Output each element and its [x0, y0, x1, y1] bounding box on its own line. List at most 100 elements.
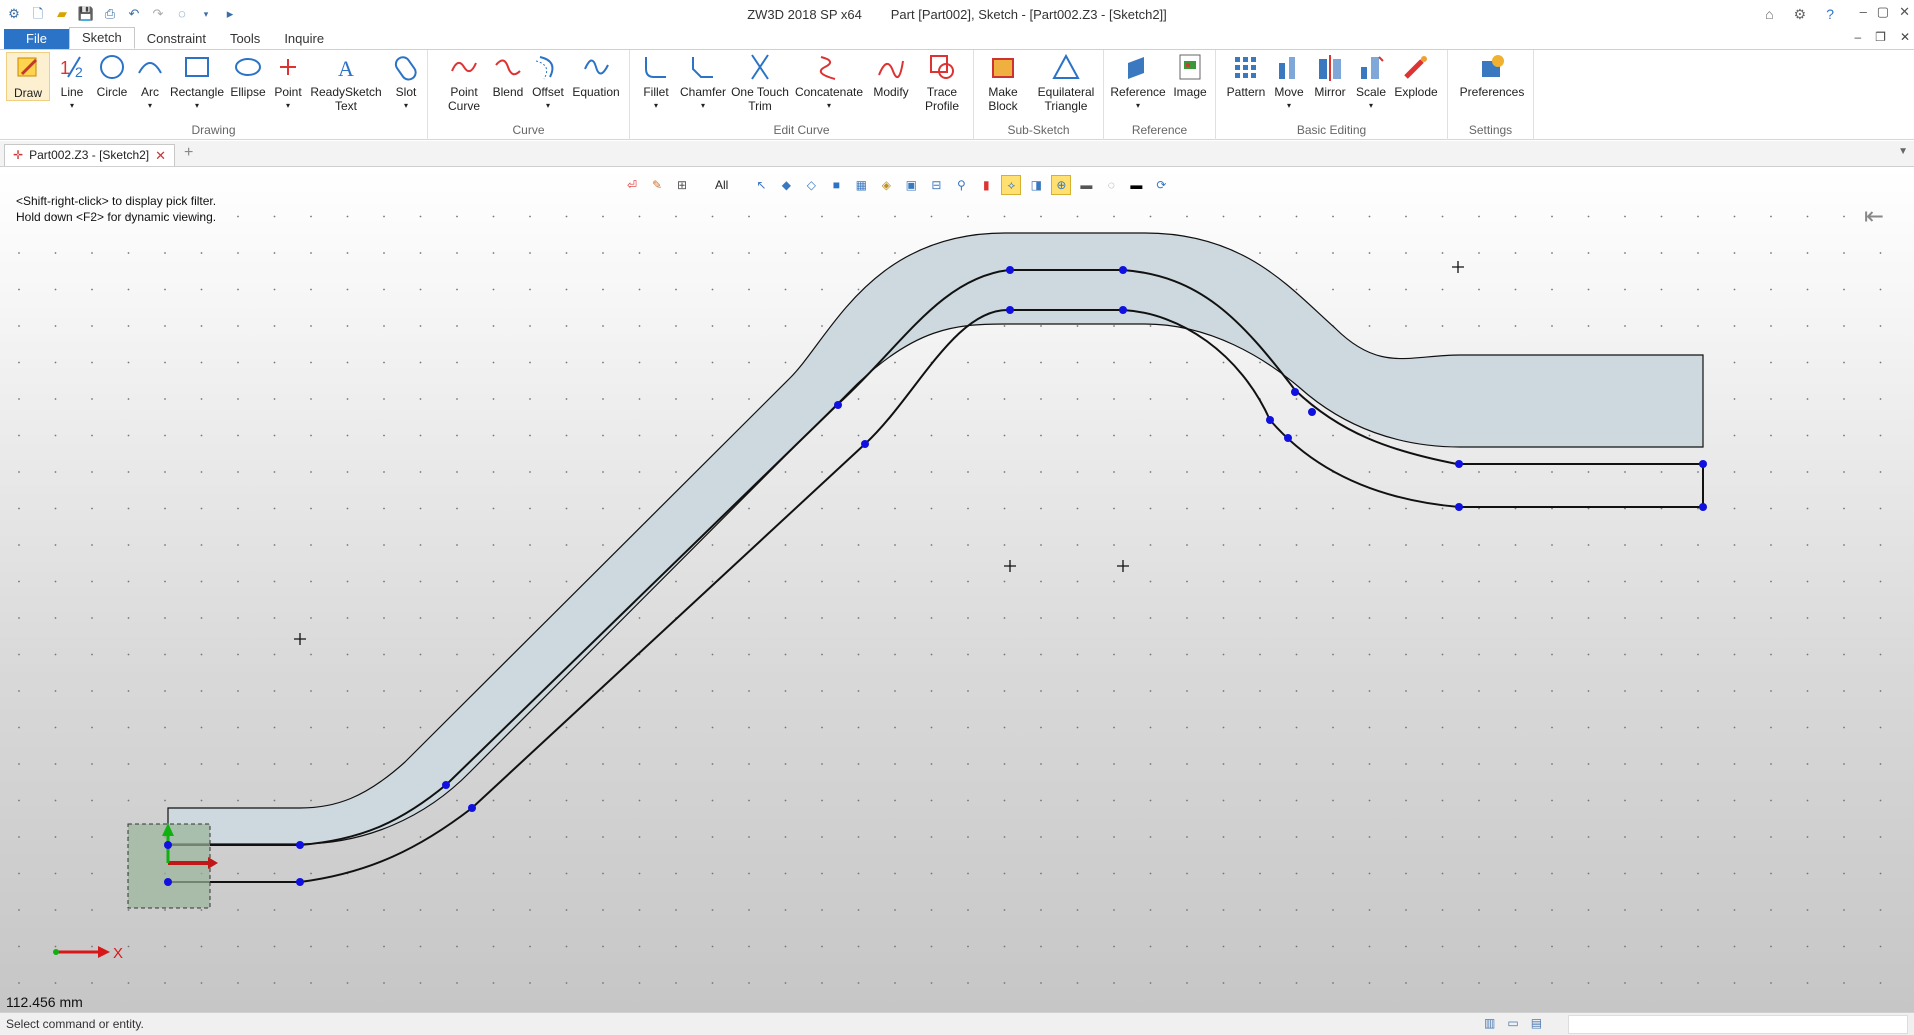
undo-icon[interactable]: ↶ [124, 4, 144, 24]
reference-button[interactable]: Reference ▾ [1108, 52, 1168, 113]
scale-button[interactable]: Scale ▾ [1352, 52, 1390, 113]
minimize-icon[interactable]: – [1860, 4, 1867, 20]
point-marker[interactable] [442, 781, 450, 789]
rotate-icon[interactable]: ⟳ [1151, 175, 1171, 195]
point-button[interactable]: Point ▾ [270, 52, 306, 113]
point-marker[interactable] [1266, 416, 1274, 424]
tab-inquire[interactable]: Inquire [272, 29, 336, 49]
settings-gear-icon[interactable]: ⚙ [1794, 6, 1807, 23]
select-icon[interactable]: ◌ [172, 4, 192, 24]
open-file-icon[interactable]: ▰ [52, 4, 72, 24]
render-icon[interactable]: ◈ [876, 175, 896, 195]
blend-button[interactable]: Blend [488, 52, 528, 99]
slot-button[interactable]: Slot ▾ [386, 52, 426, 113]
point-marker[interactable] [1291, 388, 1299, 396]
draw-button[interactable]: Draw [6, 52, 50, 101]
arc-button[interactable]: Arc ▾ [132, 52, 168, 113]
point-marker[interactable] [1006, 266, 1014, 274]
grid-icon[interactable]: ▦ [851, 175, 871, 195]
make-block-button[interactable]: Make Block [978, 52, 1028, 113]
sketch-viewport[interactable]: X ⏎ ✎ ⊞ All ↖ ◆ ◇ ■ ▦ ◈ ▣ ⊟ ⚲ ▮ ⟡ ◨ ⊕ ▬ … [0, 168, 1914, 1012]
equilateral-triangle-button[interactable]: Equilateral Triangle [1030, 52, 1102, 113]
maximize-icon[interactable]: ▢ [1877, 4, 1889, 20]
point-marker[interactable] [1119, 266, 1127, 274]
view-cube-icon[interactable]: ◆ [776, 175, 796, 195]
help-icon[interactable]: ? [1826, 6, 1834, 23]
rectangle-button[interactable]: Rectangle ▾ [168, 52, 226, 113]
new-file-icon[interactable]: 🗋 [28, 4, 48, 24]
tab-sketch[interactable]: Sketch [68, 27, 135, 49]
run-icon[interactable]: ▸ [220, 4, 240, 24]
point-marker[interactable] [296, 841, 304, 849]
monitor-icon[interactable]: ▭ [1507, 1016, 1518, 1030]
print-icon[interactable]: ⎙ [100, 4, 120, 24]
line-style-icon[interactable]: ▬ [1126, 175, 1146, 195]
doc-restore-icon[interactable]: ❐ [1875, 30, 1886, 44]
tab-constraint[interactable]: Constraint [135, 29, 218, 49]
document-tab[interactable]: ✛ Part002.Z3 - [Sketch2] ✕ [4, 144, 176, 166]
eraser-icon[interactable]: ✎ [647, 175, 667, 195]
concatenate-button[interactable]: Concatenate ▾ [792, 52, 866, 113]
add-tab-icon[interactable]: + [184, 144, 193, 162]
target-icon[interactable]: ⊕ [1051, 175, 1072, 195]
section-icon[interactable]: ⊟ [926, 175, 946, 195]
light-icon[interactable]: ⚲ [951, 175, 971, 195]
sketch-canvas[interactable]: X [0, 168, 1914, 1012]
color-icon[interactable]: ▮ [976, 175, 996, 195]
explode-button[interactable]: Explode [1392, 52, 1440, 99]
tab-file[interactable]: File [4, 29, 69, 49]
snap-icon[interactable]: ⟡ [1001, 175, 1022, 195]
command-input[interactable] [1568, 1015, 1908, 1034]
layout-icon[interactable]: ▥ [1484, 1016, 1495, 1030]
point-marker[interactable] [296, 878, 304, 886]
point-marker[interactable] [1284, 434, 1292, 442]
offset-button[interactable]: Offset ▾ [528, 52, 568, 113]
readysketch-text-button[interactable]: A ReadySketch Text [308, 52, 384, 113]
exit-sketch-icon[interactable]: ⏎ [622, 175, 642, 195]
point-marker[interactable] [1455, 503, 1463, 511]
circle-button[interactable]: Circle [92, 52, 132, 99]
point-marker[interactable] [468, 804, 476, 812]
wireframe-icon[interactable]: ◇ [801, 175, 821, 195]
pick-icon[interactable]: ↖ [751, 175, 771, 195]
save-icon[interactable]: 💾 [76, 4, 96, 24]
point-marker[interactable] [1699, 460, 1707, 468]
panel-icon[interactable]: ▤ [1531, 1016, 1542, 1030]
one-touch-trim-button[interactable]: One Touch Trim [728, 52, 792, 113]
point-curve-button[interactable]: Point Curve [442, 52, 486, 113]
filter-icon[interactable]: ⊞ [672, 175, 692, 195]
display-icon[interactable]: ▬ [1076, 175, 1096, 195]
point-marker[interactable] [164, 841, 172, 849]
point-marker[interactable] [1119, 306, 1127, 314]
point-marker[interactable] [164, 878, 172, 886]
line-button[interactable]: 12 Line ▾ [52, 52, 92, 113]
redo-icon[interactable]: ↷ [148, 4, 168, 24]
pattern-button[interactable]: Pattern [1224, 52, 1268, 99]
point-marker[interactable] [1455, 460, 1463, 468]
point-marker[interactable] [1308, 408, 1316, 416]
tab-tools[interactable]: Tools [218, 29, 272, 49]
doc-close-icon[interactable]: ✕ [1900, 30, 1910, 44]
tab-menu-icon[interactable]: ▼ [1898, 146, 1908, 157]
trace-profile-button[interactable]: Trace Profile [916, 52, 968, 113]
layer-icon[interactable]: ◨ [1026, 175, 1046, 195]
modify-button[interactable]: Modify [866, 52, 916, 99]
collapse-ribbon-icon[interactable]: ⌂ [1765, 6, 1773, 23]
fit-icon[interactable]: ▣ [901, 175, 921, 195]
mirror-button[interactable]: Mirror [1308, 52, 1352, 99]
equation-button[interactable]: Equation [568, 52, 624, 99]
point-marker[interactable] [1699, 503, 1707, 511]
ellipse-button[interactable]: Ellipse [226, 52, 270, 99]
point-marker[interactable] [861, 440, 869, 448]
customize-dropdown-icon[interactable]: ▾ [196, 4, 216, 24]
doc-minimize-icon[interactable]: – [1854, 30, 1861, 44]
close-icon[interactable]: ✕ [1899, 4, 1910, 20]
lasso-icon[interactable]: ◌ [1101, 175, 1121, 195]
point-marker[interactable] [834, 401, 842, 409]
pick-filter-select[interactable]: All [697, 178, 746, 192]
close-tab-icon[interactable]: ✕ [155, 145, 166, 166]
preferences-button[interactable]: Preferences [1454, 52, 1530, 99]
image-button[interactable]: Image [1168, 52, 1212, 99]
fillet-button[interactable]: Fillet ▾ [634, 52, 678, 113]
point-marker[interactable] [1006, 306, 1014, 314]
